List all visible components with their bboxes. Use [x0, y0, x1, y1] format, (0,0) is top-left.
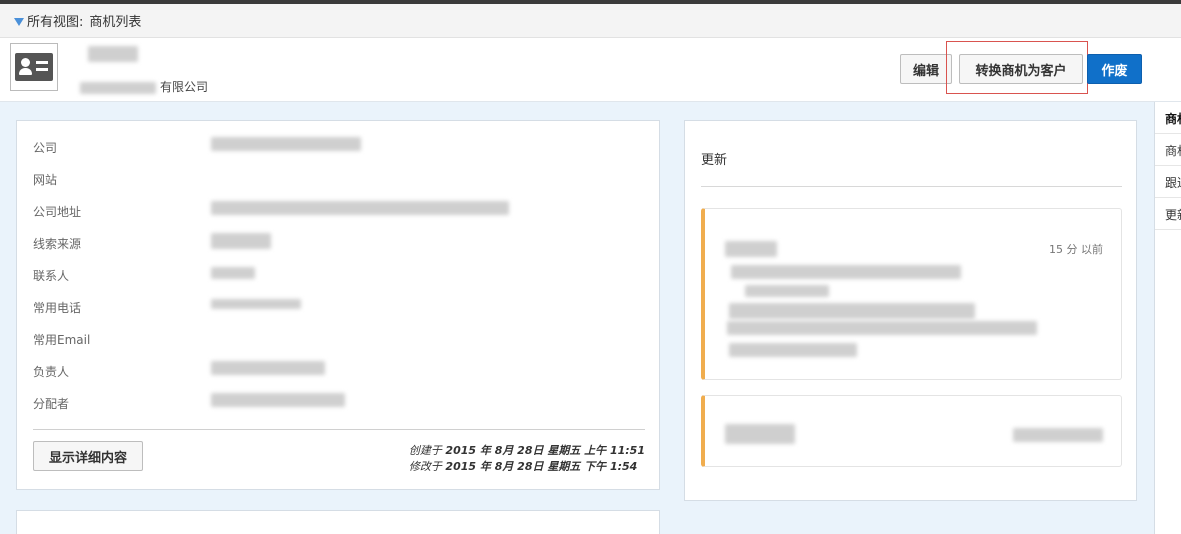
- field-label-company: 公司: [33, 141, 58, 155]
- updates-panel: 更新 15 分 以前: [684, 120, 1137, 501]
- field-value-phone: [211, 299, 301, 309]
- update-line-redacted: [729, 303, 975, 319]
- side-tab-follow-up[interactable]: 跟进: [1155, 166, 1181, 198]
- convert-to-customer-button[interactable]: 转换商机为客户: [959, 54, 1083, 84]
- record-header: 有限公司 编辑 转换商机为客户 作废: [0, 38, 1181, 102]
- update-author-redacted: [725, 424, 795, 444]
- edit-button[interactable]: 编辑: [900, 54, 952, 84]
- company-name-redacted: [80, 81, 156, 94]
- update-time: 15 分 以前: [1049, 243, 1103, 256]
- field-label-phone: 常用电话: [33, 301, 82, 315]
- show-details-button[interactable]: 显示详细内容: [33, 441, 143, 471]
- breadcrumb-label[interactable]: 所有视图:: [27, 11, 83, 30]
- record-timestamps: 创建于 2015 年 8月 28日 星期五 上午 11:51 修改于 2015 …: [409, 443, 645, 475]
- secondary-panel: [16, 510, 660, 534]
- breadcrumb: 所有视图: 商机列表: [0, 4, 1181, 38]
- company-suffix: 有限公司: [160, 80, 209, 94]
- field-label-owner: 负责人: [33, 365, 70, 379]
- field-label-contact: 联系人: [33, 269, 70, 283]
- side-tab-opportunity[interactable]: 商机: [1155, 102, 1181, 134]
- field-value-company: [211, 137, 361, 151]
- side-tab-updates[interactable]: 更新: [1155, 198, 1181, 230]
- field-label-email: 常用Email: [33, 333, 91, 347]
- void-button[interactable]: 作废: [1087, 54, 1142, 84]
- record-name-redacted: [88, 46, 138, 62]
- update-line-redacted: [727, 321, 1037, 335]
- field-value-owner: [211, 361, 325, 375]
- field-label-lead-source: 线索来源: [33, 237, 82, 251]
- company-name: 有限公司: [80, 78, 208, 95]
- field-label-website: 网站: [33, 173, 58, 187]
- field-value-assigner: [211, 393, 345, 407]
- update-item[interactable]: 15 分 以前: [701, 208, 1122, 380]
- opportunity-info-panel: 公司 网站 公司地址 线索来源 联系人 常用电话 常用Email 负责人 分配者…: [16, 120, 660, 490]
- field-value-contact: [211, 267, 255, 279]
- breadcrumb-current[interactable]: 商机列表: [89, 11, 141, 30]
- field-value-address: [211, 201, 509, 215]
- updates-title: 更新: [701, 153, 728, 168]
- contact-card-icon: [10, 43, 58, 91]
- side-nav: 商机 商机 跟进 更新: [1154, 102, 1181, 534]
- side-tab-opportunity-info[interactable]: 商机: [1155, 134, 1181, 166]
- field-value-lead-source: [211, 233, 271, 249]
- panel-divider: [33, 429, 645, 430]
- modified-timestamp: 修改于 2015 年 8月 28日 星期五 下午 1:54: [408, 460, 638, 473]
- field-label-assigner: 分配者: [33, 397, 70, 411]
- update-line-redacted: [731, 265, 961, 279]
- updates-divider: [701, 186, 1122, 187]
- field-label-address: 公司地址: [33, 205, 82, 219]
- update-author-redacted: [725, 241, 777, 257]
- update-time-redacted: [1013, 428, 1103, 442]
- created-timestamp: 创建于 2015 年 8月 28日 星期五 上午 11:51: [408, 444, 645, 457]
- filter-icon[interactable]: [14, 17, 24, 26]
- update-item[interactable]: [701, 395, 1122, 467]
- update-line-redacted: [729, 343, 857, 357]
- update-line-redacted: [745, 285, 829, 297]
